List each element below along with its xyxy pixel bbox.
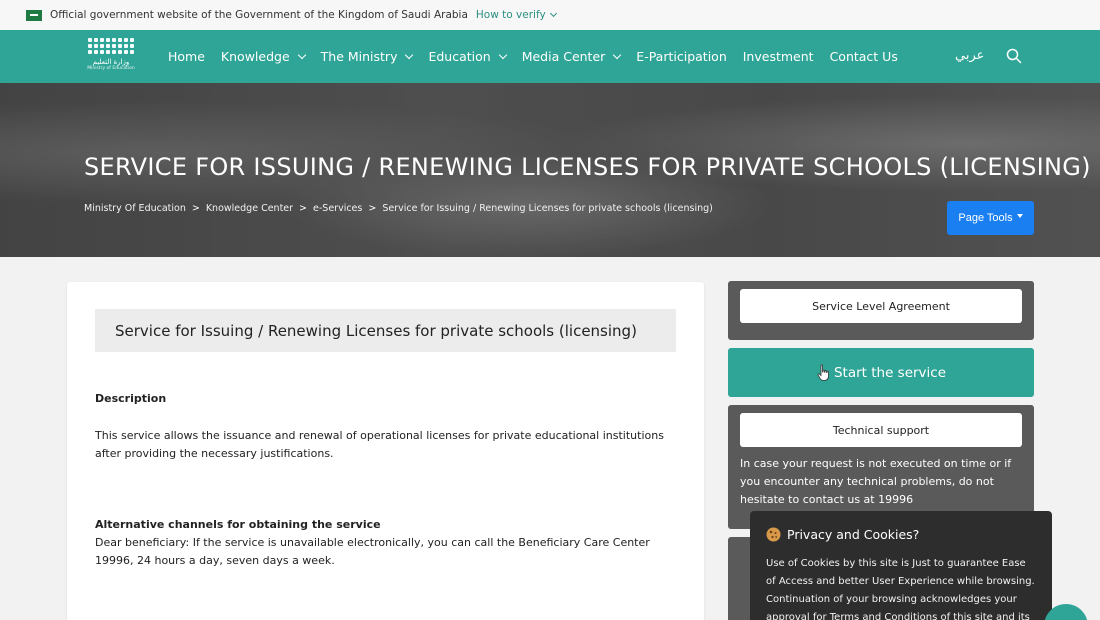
nav-label: The Ministry (320, 49, 398, 64)
page-tools-button[interactable]: Page Tools (947, 201, 1034, 235)
chevron-down-icon (549, 9, 557, 18)
nav-item-the-ministry[interactable]: The Ministry (320, 49, 414, 64)
caret-down-icon (1016, 214, 1023, 218)
breadcrumb: Ministry Of Education > Knowledge Center… (84, 203, 713, 214)
nav-label: Contact Us (829, 49, 898, 64)
nav-label: E-Participation (636, 49, 727, 64)
how-to-verify-label: How to verify (475, 9, 546, 21)
logo-text: وزارة التعليم (92, 58, 130, 66)
saudi-flag-icon (26, 9, 42, 21)
cookie-header: Privacy and Cookies? (766, 527, 1036, 542)
nav-label: Knowledge (220, 49, 290, 64)
service-title: Service for Issuing / Renewing Licenses … (95, 309, 676, 352)
cookie-title: Privacy and Cookies? (787, 527, 920, 542)
breadcrumb-item[interactable]: Knowledge Center (206, 203, 293, 214)
description-text: This service allows the issuance and ren… (95, 429, 664, 460)
nav-label: Investment (742, 49, 814, 64)
nav-item-home[interactable]: Home (168, 49, 205, 64)
how-to-verify-link[interactable]: How to verify (475, 9, 557, 21)
nav-item-e-participation[interactable]: E-Participation (636, 49, 726, 64)
cookie-text: Use of Cookies by this site is Just to g… (766, 558, 1035, 620)
search-icon[interactable] (1006, 48, 1022, 64)
alternative-channels-heading: Alternative channels for obtaining the s… (95, 518, 381, 531)
nav-item-knowledge[interactable]: Knowledge (220, 49, 306, 64)
gov-bar-text: Official government website of the Gover… (50, 9, 468, 21)
main-navbar: وزارة التعليم Ministry of Education Home… (0, 30, 1100, 83)
nav-label: Media Center (521, 49, 606, 64)
service-level-agreement-button[interactable]: Service Level Agreement (740, 289, 1022, 323)
chevron-down-icon (297, 50, 306, 59)
alternative-channels-text: Dear beneficiary: If the service is unav… (95, 536, 650, 567)
page-tools-label: Page Tools (958, 212, 1013, 224)
technical-support-text: In case your request is not executed on … (740, 457, 1012, 506)
logo-subtext: Ministry of Education (87, 66, 135, 71)
hand-pointer-icon (817, 364, 829, 381)
cookie-consent-popup: Privacy and Cookies? Use of Cookies by t… (750, 511, 1052, 620)
chevron-down-icon (613, 50, 622, 59)
breadcrumb-separator: > (368, 203, 377, 214)
nav-item-media-center[interactable]: Media Center (521, 49, 622, 64)
chevron-down-icon (498, 50, 507, 59)
nav-item-contact-us[interactable]: Contact Us (830, 49, 898, 64)
gov-bar: Official government website of the Gover… (0, 0, 1100, 30)
description-heading: Description (95, 392, 167, 405)
nav-item-investment[interactable]: Investment (743, 49, 814, 64)
language-switch[interactable]: عربي (955, 48, 984, 63)
logo-dots-icon (88, 38, 134, 54)
nav-label: Home (168, 49, 205, 64)
breadcrumb-current: Service for Issuing / Renewing Licenses … (382, 203, 713, 214)
sla-box: Service Level Agreement (728, 281, 1034, 340)
breadcrumb-separator: > (299, 203, 308, 214)
technical-support-button[interactable]: Technical support (740, 413, 1022, 447)
breadcrumb-item[interactable]: Ministry Of Education (84, 203, 186, 214)
breadcrumb-separator: > (191, 203, 200, 214)
hero-banner: SERVICE FOR ISSUING / RENEWING LICENSES … (0, 83, 1100, 257)
service-details-card: Service for Issuing / Renewing Licenses … (67, 282, 704, 620)
nav-menu: Home Knowledge The Ministry Education Me… (168, 30, 914, 83)
breadcrumb-item[interactable]: e-Services (313, 203, 362, 214)
nav-label: Education (428, 49, 491, 64)
nav-item-education[interactable]: Education (428, 49, 507, 64)
cookie-icon (766, 527, 781, 542)
chevron-down-icon (405, 50, 414, 59)
ministry-logo[interactable]: وزارة التعليم Ministry of Education (86, 36, 136, 76)
page-title: SERVICE FOR ISSUING / RENEWING LICENSES … (84, 153, 1091, 181)
start-service-button[interactable]: Start the service (728, 348, 1034, 397)
start-service-label: Start the service (833, 364, 947, 381)
